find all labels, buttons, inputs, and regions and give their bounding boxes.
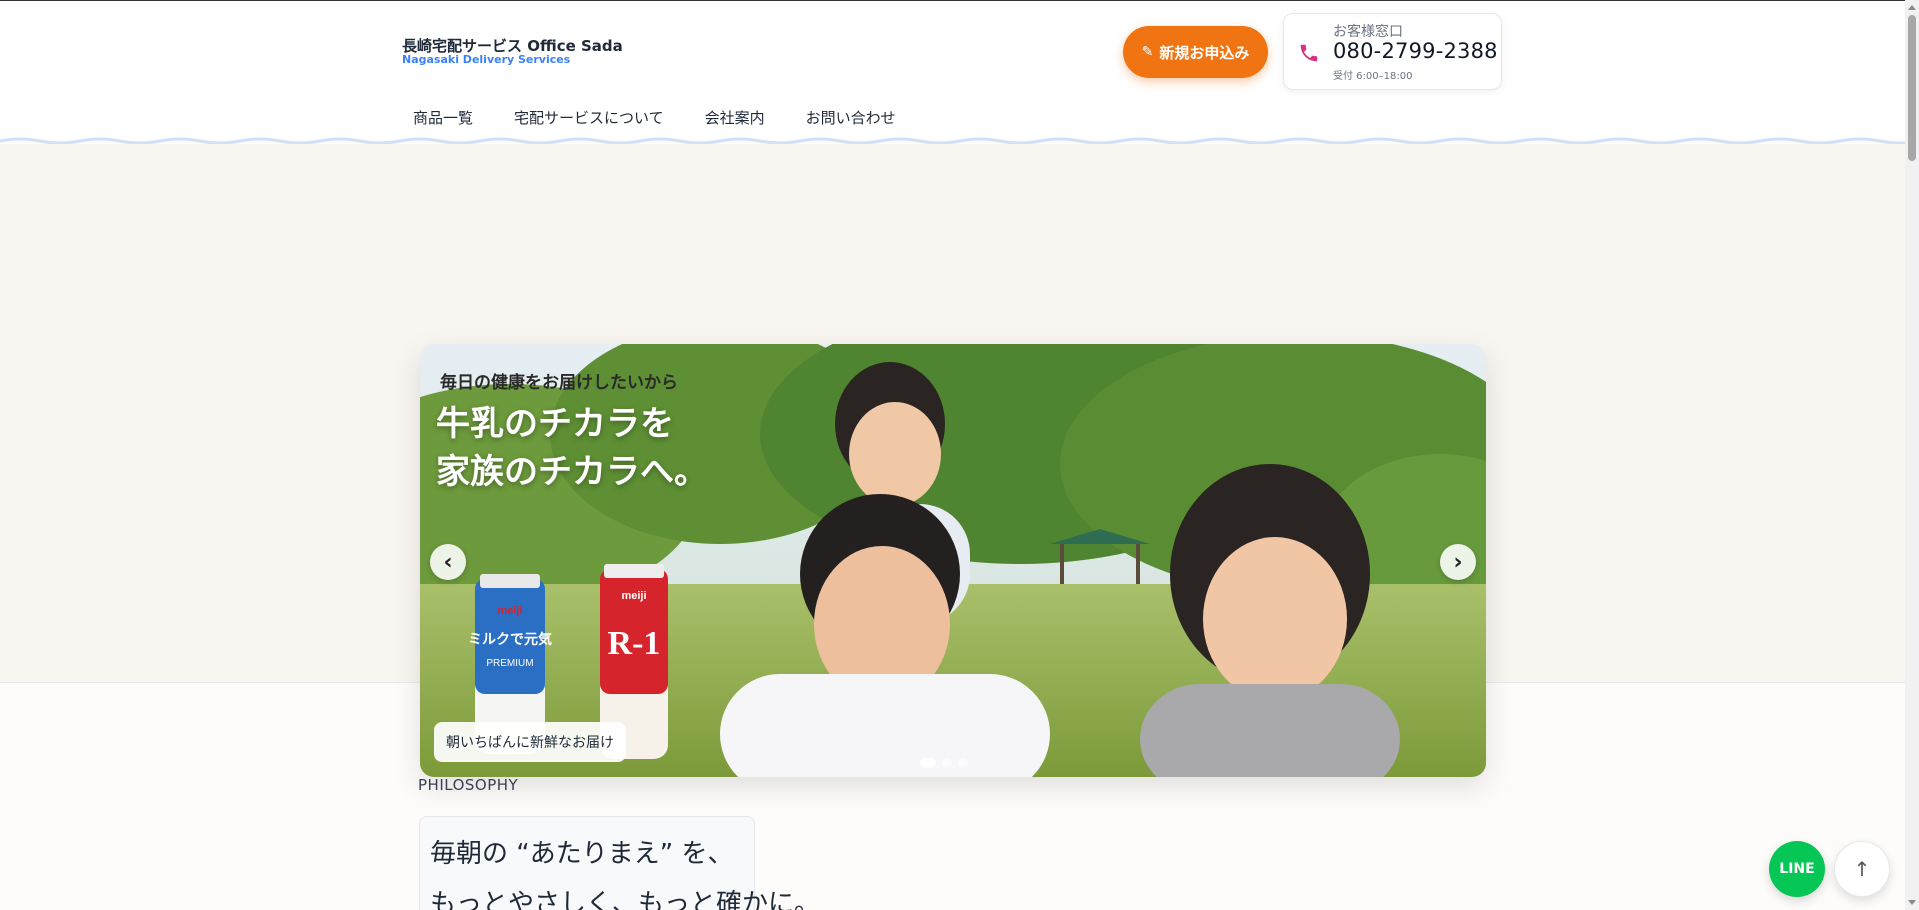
nav-item-delivery-service[interactable]: 宅配サービスについて <box>514 107 664 128</box>
hero-headline-line2: 家族のチカラへ。 <box>436 452 708 492</box>
philosophy-line2: もっとやさしく、もっと確かに。 <box>430 889 821 910</box>
phone-icon <box>1300 44 1318 62</box>
nav-item-contact[interactable]: お問い合わせ <box>806 107 896 128</box>
product-right-name: R-1 <box>608 625 661 662</box>
hero-eyebrow: 毎日の健康をお届けしたいから <box>440 373 678 393</box>
hero-slider: ミルクで元気 PREMIUM meiji meiji R-1 毎日の健康をお届け… <box>420 344 1486 777</box>
site-header: 長崎宅配サービス Office Sada Nagasaki Delivery S… <box>0 1 1905 141</box>
slider-dot-1[interactable] <box>920 758 936 768</box>
slider-next-button[interactable]: › <box>1440 544 1476 580</box>
philosophy-text: 毎朝の “あたりまえ” を、 もっとやさしく、もっと確かに。 <box>430 829 820 910</box>
slider-dots <box>920 758 968 768</box>
product-right-brand: meiji <box>621 590 646 602</box>
product-left-name: ミルクで元気 <box>468 631 552 647</box>
contact-hours: 受付 6:00–18:00 <box>1333 71 1413 82</box>
hero-headline-line1: 牛乳のチカラを <box>436 404 674 444</box>
philosophy-label: PHILOSOPHY <box>418 776 519 794</box>
main-nav: 商品一覧 宅配サービスについて 会社案内 お問い合わせ <box>413 107 937 128</box>
line-button[interactable]: LINE <box>1769 841 1825 897</box>
slider-dot-3[interactable] <box>958 758 968 768</box>
scroll-down-arrow-icon[interactable] <box>1908 900 1916 905</box>
contact-label: お客様窓口 <box>1333 24 1403 40</box>
back-to-top-button[interactable]: ↑ <box>1834 841 1890 897</box>
product-left-brand: meiji <box>497 605 522 617</box>
scroll-up-arrow-icon[interactable] <box>1908 5 1916 10</box>
brand-subtitle: Nagasaki Delivery Services <box>402 53 571 66</box>
page-scrollbar[interactable] <box>1905 0 1919 910</box>
philosophy-line1: 毎朝の “あたりまえ” を、 <box>430 839 734 869</box>
hero-section: ミルクで元気 PREMIUM meiji meiji R-1 毎日の健康をお届け… <box>0 144 1905 777</box>
hero-caption: 朝いちばんに新鮮なお届け <box>434 722 626 762</box>
contact-card[interactable]: お客様窓口 080-2799-2388 受付 6:00–18:00 <box>1283 13 1502 90</box>
slider-prev-button[interactable]: ‹ <box>430 544 466 580</box>
nav-item-company[interactable]: 会社案内 <box>705 107 765 128</box>
slider-dot-2[interactable] <box>942 758 952 768</box>
pencil-icon: ✎ <box>1141 44 1154 60</box>
scroll-thumb[interactable] <box>1908 15 1916 161</box>
product-left-sub: PREMIUM <box>486 658 533 669</box>
new-application-button[interactable]: ✎ 新規お申込み <box>1123 26 1268 78</box>
philosophy-card: 毎朝の “あたりまえ” を、 もっとやさしく、もっと確かに。 <box>419 816 820 910</box>
hero-headline: 牛乳のチカラを 家族のチカラへ。 <box>436 400 708 496</box>
contact-phone-number[interactable]: 080-2799-2388 <box>1333 39 1498 63</box>
nav-item-products[interactable]: 商品一覧 <box>413 107 473 128</box>
new-application-label: 新規お申込み <box>1159 43 1250 62</box>
